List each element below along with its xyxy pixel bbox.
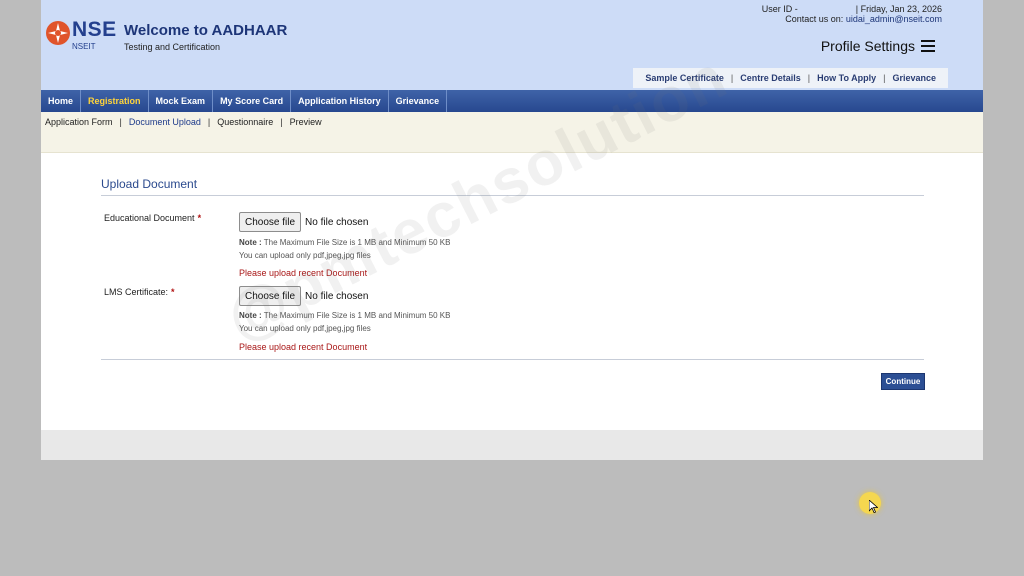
quick-links: Sample Certificate | Centre Details | Ho… [633, 68, 948, 88]
error-message: Please upload recent Document [239, 342, 368, 352]
file-note: Note : The Maximum File Size is 1 MB and… [239, 236, 450, 262]
contact-info: Contact us on: uidai_admin@nseit.com [785, 14, 942, 24]
section-title: Upload Document [101, 177, 198, 191]
user-id-label: User ID - [761, 4, 798, 14]
choose-file-button[interactable]: Choose file [239, 286, 302, 306]
nav-home[interactable]: Home [41, 90, 82, 112]
header: NSE NSEIT Welcome to AADHAAR Testing and… [41, 0, 983, 90]
file-note: Note : The Maximum File Size is 1 MB and… [239, 309, 450, 335]
allowed-types: You can upload only pdf,jpeg,jpg files [239, 324, 371, 333]
subnav-preview[interactable]: Preview [290, 117, 322, 127]
subnav-application-form[interactable]: Application Form [45, 117, 113, 127]
field-label-text: Educational Document [104, 213, 195, 223]
mouse-cursor-icon [869, 500, 878, 513]
nav-application-history[interactable]: Application History [291, 90, 389, 112]
lms-certificate-file-input: Choose file No file chosen [239, 286, 368, 306]
required-mark: * [171, 287, 175, 297]
main-nav: Home Registration Mock Exam My Score Car… [41, 90, 983, 112]
user-info: User ID - | Friday, Jan 23, 2026 [762, 4, 942, 14]
educational-document-file-input: Choose file No file chosen [239, 212, 368, 232]
lms-certificate-label: LMS Certificate: * [104, 287, 175, 297]
contact-label: Contact us on: [785, 14, 844, 24]
hamburger-menu-icon[interactable] [921, 40, 935, 52]
contact-email-link[interactable]: uidai_admin@nseit.com [846, 14, 942, 24]
link-centre-details[interactable]: Centre Details [740, 73, 801, 83]
profile-settings-menu[interactable]: Profile Settings [821, 38, 935, 54]
nav-registration[interactable]: Registration [81, 90, 149, 112]
link-how-to-apply[interactable]: How To Apply [817, 73, 876, 83]
nse-logo-icon [46, 21, 70, 45]
title-divider [101, 195, 924, 196]
subnav-document-upload[interactable]: Document Upload [129, 117, 201, 127]
logo-text: NSE [72, 18, 117, 41]
field-label-text: LMS Certificate: [104, 287, 169, 297]
profile-settings-label: Profile Settings [820, 38, 915, 54]
link-grievance-top[interactable]: Grievance [892, 73, 936, 83]
subnav-questionnaire[interactable]: Questionnaire [217, 117, 273, 127]
nav-my-score-card[interactable]: My Score Card [213, 90, 292, 112]
note-text: The Maximum File Size is 1 MB and Minimu… [263, 311, 451, 320]
educational-document-label: Educational Document * [104, 213, 201, 223]
file-status: No file chosen [305, 290, 369, 302]
logo-subtext: NSEIT [72, 42, 96, 51]
site-subtitle: Testing and Certification [124, 42, 221, 52]
note-prefix: Note : [239, 311, 262, 320]
site-title: Welcome to AADHAAR [124, 22, 288, 39]
required-mark: * [197, 213, 202, 223]
note-text: The Maximum File Size is 1 MB and Minimu… [263, 238, 451, 247]
sub-nav: Application Form | Document Upload | Que… [41, 112, 983, 153]
error-message: Please upload recent Document [239, 268, 368, 278]
nav-mock-exam[interactable]: Mock Exam [149, 90, 214, 112]
form-divider [101, 359, 924, 360]
note-prefix: Note : [239, 238, 262, 247]
date-text: | Friday, Jan 23, 2026 [855, 4, 942, 14]
link-sample-certificate[interactable]: Sample Certificate [645, 73, 724, 83]
choose-file-button[interactable]: Choose file [239, 212, 302, 232]
file-status: No file chosen [305, 216, 369, 228]
continue-button[interactable]: Continue [881, 373, 925, 390]
page: NSE NSEIT Welcome to AADHAAR Testing and… [41, 0, 983, 460]
nav-grievance[interactable]: Grievance [389, 90, 448, 112]
allowed-types: You can upload only pdf,jpeg,jpg files [239, 251, 371, 260]
footer [41, 430, 983, 460]
